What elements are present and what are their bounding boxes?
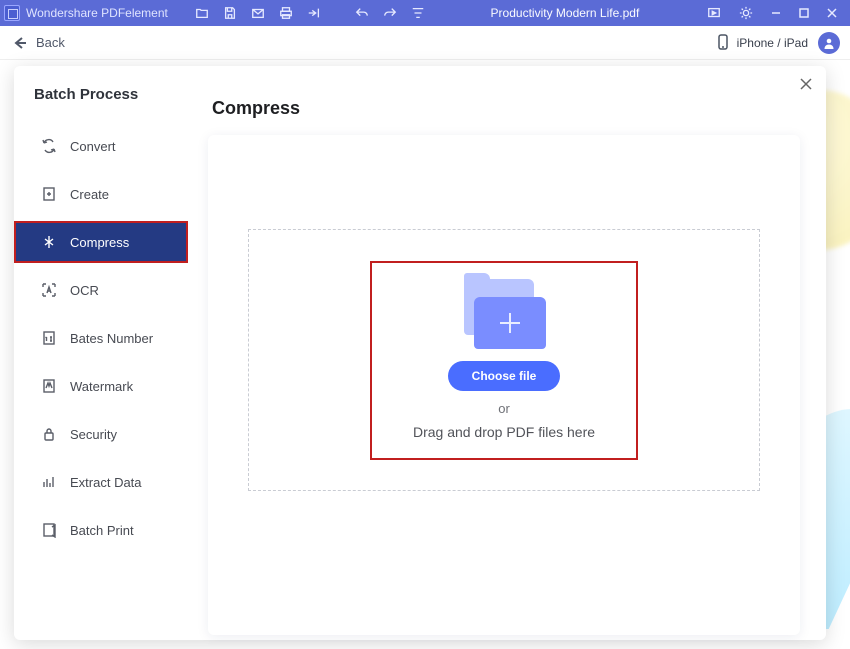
open-folder-icon[interactable] xyxy=(192,3,212,23)
highlight-box: Choose file or Drag and drop PDF files h… xyxy=(370,261,638,460)
document-title: Productivity Modern Life.pdf xyxy=(432,6,698,20)
create-icon xyxy=(40,185,58,203)
share-icon[interactable] xyxy=(304,3,324,23)
bates-number-icon xyxy=(40,329,58,347)
sidebar-item-label: Compress xyxy=(70,235,129,250)
save-icon[interactable] xyxy=(220,3,240,23)
compress-panel: Choose file or Drag and drop PDF files h… xyxy=(208,135,800,635)
subheader: Back iPhone / iPad xyxy=(0,26,850,60)
titlebar: Wondershare PDFelement Productivity Mode… xyxy=(0,0,850,26)
or-label: or xyxy=(498,401,510,416)
watermark-icon xyxy=(40,377,58,395)
sidebar-item-convert[interactable]: Convert xyxy=(14,125,188,167)
device-label[interactable]: iPhone / iPad xyxy=(737,36,808,50)
compress-icon xyxy=(40,233,58,251)
dropzone[interactable]: Choose file or Drag and drop PDF files h… xyxy=(248,229,760,491)
sidebar-title: Batch Process xyxy=(14,86,188,125)
drop-hint: Drag and drop PDF files here xyxy=(413,424,595,440)
filter-icon[interactable] xyxy=(408,3,428,23)
batch-process-modal: Batch Process Convert Create Compress OC… xyxy=(14,66,826,640)
choose-file-button[interactable]: Choose file xyxy=(448,361,561,391)
presentation-icon[interactable] xyxy=(704,3,724,23)
mail-icon[interactable] xyxy=(248,3,268,23)
folder-add-icon xyxy=(462,279,546,349)
sidebar-item-compress[interactable]: Compress xyxy=(14,221,188,263)
sidebar-item-label: Security xyxy=(70,427,117,442)
sidebar-item-bates[interactable]: Bates Number xyxy=(14,317,188,359)
redo-icon[interactable] xyxy=(380,3,400,23)
print-icon[interactable] xyxy=(276,3,296,23)
back-arrow-icon[interactable] xyxy=(10,33,30,53)
device-icon[interactable] xyxy=(715,34,733,52)
canvas: Batch Process Convert Create Compress OC… xyxy=(0,60,850,649)
sidebar-item-extract[interactable]: Extract Data xyxy=(14,461,188,503)
theme-sun-icon[interactable] xyxy=(736,3,756,23)
sidebar-item-batch-print[interactable]: Batch Print xyxy=(14,509,188,551)
batch-print-icon xyxy=(40,521,58,539)
undo-icon[interactable] xyxy=(352,3,372,23)
main-area: Compress Choose file or Drag and drop PD… xyxy=(188,66,826,640)
maximize-button[interactable] xyxy=(790,3,818,23)
sidebar-item-watermark[interactable]: Watermark xyxy=(14,365,188,407)
sidebar-item-label: Convert xyxy=(70,139,116,154)
user-avatar[interactable] xyxy=(818,32,840,54)
sidebar: Batch Process Convert Create Compress OC… xyxy=(14,66,188,640)
sidebar-item-label: Create xyxy=(70,187,109,202)
back-label[interactable]: Back xyxy=(36,35,65,50)
convert-icon xyxy=(40,137,58,155)
main-title: Compress xyxy=(212,98,800,119)
ocr-icon xyxy=(40,281,58,299)
sidebar-item-label: Bates Number xyxy=(70,331,153,346)
sidebar-item-label: OCR xyxy=(70,283,99,298)
sidebar-item-create[interactable]: Create xyxy=(14,173,188,215)
sidebar-item-ocr[interactable]: OCR xyxy=(14,269,188,311)
close-window-button[interactable] xyxy=(818,3,846,23)
sidebar-item-label: Extract Data xyxy=(70,475,142,490)
app-logo-icon xyxy=(4,5,20,21)
app-name: Wondershare PDFelement xyxy=(26,6,168,20)
extract-data-icon xyxy=(40,473,58,491)
minimize-button[interactable] xyxy=(762,3,790,23)
lock-icon xyxy=(40,425,58,443)
sidebar-item-security[interactable]: Security xyxy=(14,413,188,455)
sidebar-item-label: Watermark xyxy=(70,379,133,394)
sidebar-item-label: Batch Print xyxy=(70,523,134,538)
